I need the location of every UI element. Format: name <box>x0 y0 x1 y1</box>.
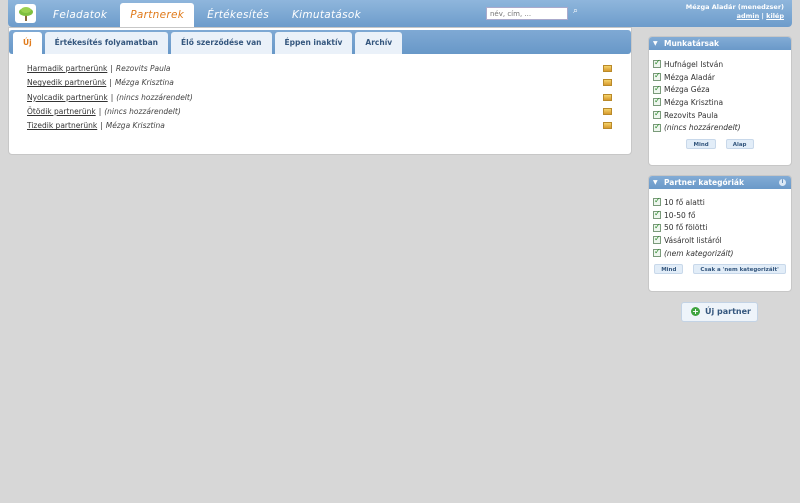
list-separator: | <box>100 121 103 131</box>
staff-checkbox-item[interactable]: Rezovits Paula <box>653 109 791 122</box>
assignee-label: (nincs hozzárendelt) <box>104 106 181 116</box>
list-separator: | <box>110 92 114 102</box>
search-icon[interactable]: ⌕ <box>573 6 578 16</box>
checkbox[interactable] <box>653 234 661 245</box>
staff-checkbox-item[interactable]: Hufnágel István <box>653 58 791 71</box>
staff-all-button[interactable]: Mind <box>686 139 716 150</box>
category-filter-panel: ▼ Partner kategóriák i 10 fő alatti 10-5… <box>648 175 792 292</box>
new-partner-label: Új partner <box>705 307 751 316</box>
assignee-label: Mézga Krisztina <box>105 121 165 131</box>
nav-ertekesites[interactable]: Értékesítés <box>197 3 279 27</box>
list-separator: | <box>98 106 102 116</box>
staff-filter-panel: ▼ Munkatársak Hufnágel István Mézga Alad… <box>648 36 792 166</box>
list-separator: | <box>109 78 112 88</box>
list-item: Tizedik partnerünk | Mézga Krisztina <box>27 121 612 135</box>
list-item: Ötödik partnerünk | (nincs hozzárendelt) <box>27 107 612 121</box>
checkbox[interactable] <box>653 209 661 220</box>
staff-checkbox-item[interactable]: Mézga Aladár <box>653 71 791 84</box>
collapse-caret-icon: ▼ <box>653 179 658 186</box>
main-nav: Feladatok Partnerek Értékesítés Kimutatá… <box>43 3 374 27</box>
admin-link[interactable]: admin <box>737 12 760 20</box>
new-partner-button[interactable]: + Új partner <box>681 302 758 322</box>
category-checkbox-item[interactable]: 50 fő fölötti <box>653 221 791 234</box>
category-checkbox-item[interactable]: 10-50 fő <box>653 209 791 222</box>
tree-logo-icon[interactable] <box>15 4 36 23</box>
staff-checkbox-item[interactable]: Mézga Krisztina <box>653 96 791 109</box>
checkbox-label: Mézga Krisztina <box>664 97 724 107</box>
nav-partnerek[interactable]: Partnerek <box>120 3 195 27</box>
checkbox[interactable] <box>653 122 661 132</box>
partner-link[interactable]: Ötödik partnerünk <box>27 107 96 116</box>
plus-icon: + <box>691 307 700 316</box>
checkbox[interactable] <box>653 71 661 82</box>
staff-panel-title: Munkatársak <box>664 39 720 48</box>
partner-list-panel: Új Értékesítés folyamatban Élő szerződés… <box>8 27 632 155</box>
search-input[interactable] <box>486 7 568 20</box>
checkbox-label: Rezovits Paula <box>664 110 718 120</box>
collapse-caret-icon: ▼ <box>653 40 658 47</box>
checkbox-label: (nem kategorizált) <box>664 248 734 258</box>
staff-panel-header[interactable]: ▼ Munkatársak <box>649 37 791 50</box>
checkbox[interactable] <box>653 58 661 69</box>
list-item: Negyedik partnerünk | Mézga Krisztina <box>27 78 612 92</box>
user-name: Mézga Aladár (menedzser) <box>685 3 784 11</box>
assignee-label: Mézga Krisztina <box>114 78 174 88</box>
user-link-separator: | <box>761 12 764 20</box>
logout-link[interactable]: kilép <box>766 12 784 20</box>
list-item: Harmadik partnerünk | Rezovits Paula <box>27 64 612 78</box>
user-info: Mézga Aladár (menedzser) admin | kilép <box>686 3 784 21</box>
category-only-uncategorized-button[interactable]: Csak a 'nem kategorizált' <box>693 264 786 275</box>
checkbox[interactable] <box>653 96 661 107</box>
checkbox[interactable] <box>653 196 661 207</box>
nav-kimutatasok[interactable]: Kimutatások <box>282 3 371 27</box>
checkbox[interactable] <box>653 222 661 232</box>
checkbox-label: Mézga Géza <box>664 85 710 95</box>
assignee-label: (nincs hozzárendelt) <box>116 92 193 102</box>
tab-ertekesites-folyamatban[interactable]: Értékesítés folyamatban <box>44 32 168 54</box>
checkbox-label: Mézga Aladár <box>664 72 716 82</box>
nav-feladatok[interactable]: Feladatok <box>43 3 117 27</box>
category-checkbox-item[interactable]: (nem kategorizált) <box>653 247 791 260</box>
staff-checkbox-item[interactable]: Mézga Géza <box>653 83 791 96</box>
category-panel-title: Partner kategóriák <box>664 178 744 187</box>
checkbox[interactable] <box>653 84 661 94</box>
assignee-label: Rezovits Paula <box>115 64 171 73</box>
checkbox[interactable] <box>653 109 661 120</box>
staff-checkbox-item[interactable]: (nincs hozzárendelt) <box>653 121 791 134</box>
edit-icon[interactable] <box>603 93 612 101</box>
checkbox-label: 10-50 fő <box>664 210 696 220</box>
checkbox-label: 10 fő alatti <box>664 197 705 207</box>
checkbox-label: Vásárolt listáról <box>664 235 722 245</box>
checkbox-label: Hufnágel István <box>664 59 724 69</box>
list-separator: | <box>110 64 113 73</box>
tab-eppen-inaktiv[interactable]: Éppen inaktív <box>274 32 353 54</box>
tab-uj[interactable]: Új <box>13 32 42 54</box>
partner-link[interactable]: Nyolcadik partnerünk <box>27 93 108 102</box>
checkbox[interactable] <box>653 247 661 258</box>
staff-default-button[interactable]: Alap <box>725 139 754 150</box>
edit-icon[interactable] <box>603 107 612 115</box>
tab-archiv[interactable]: Archív <box>355 32 403 54</box>
info-icon[interactable]: i <box>779 179 786 186</box>
checkbox-label: 50 fő fölötti <box>664 223 708 233</box>
category-checkbox-item[interactable]: Vásárolt listáról <box>653 234 791 247</box>
status-tabs-bar: Új Értékesítés folyamatban Élő szerződés… <box>9 30 631 54</box>
top-bar: Feladatok Partnerek Értékesítés Kimutatá… <box>8 0 792 27</box>
edit-icon[interactable] <box>603 79 612 87</box>
partner-link[interactable]: Tizedik partnerünk <box>27 121 97 130</box>
tab-elo-szerzodes[interactable]: Élő szerződése van <box>171 32 272 54</box>
partner-link[interactable]: Harmadik partnerünk <box>27 64 107 73</box>
category-all-button[interactable]: Mind <box>654 264 684 275</box>
edit-icon[interactable] <box>603 122 612 130</box>
category-checkbox-item[interactable]: 10 fő alatti <box>653 196 791 209</box>
partner-list: Harmadik partnerünk | Rezovits Paula Negye… <box>27 64 612 135</box>
list-item: Nyolcadik partnerünk | (nincs hozzárendelt… <box>27 93 612 107</box>
category-panel-header[interactable]: ▼ Partner kategóriák i <box>649 176 791 189</box>
partner-link[interactable]: Negyedik partnerünk <box>27 78 106 87</box>
checkbox-label: (nincs hozzárendelt) <box>664 123 741 133</box>
edit-icon[interactable] <box>603 65 612 72</box>
